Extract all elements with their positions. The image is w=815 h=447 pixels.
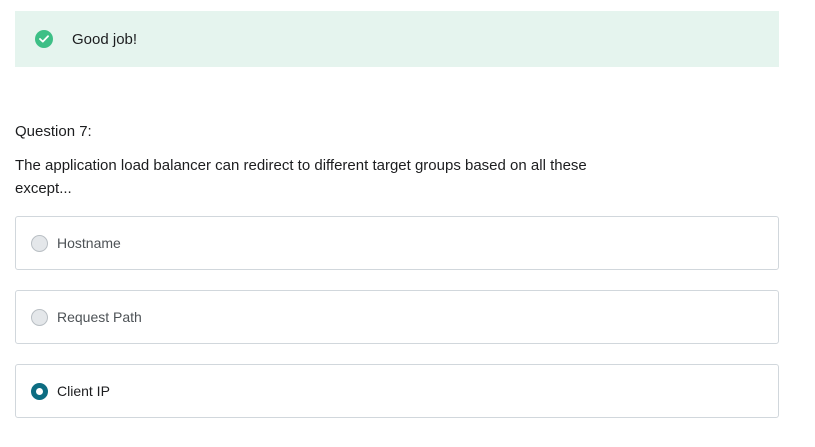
- question-prompt: The application load balancer can redire…: [15, 157, 587, 197]
- answer-option-label: Request Path: [57, 309, 142, 325]
- answer-option-label: Hostname: [57, 235, 121, 251]
- feedback-banner: Good job!: [15, 11, 779, 67]
- radio-button[interactable]: [31, 308, 48, 326]
- question-number: Question 7:: [15, 123, 92, 140]
- answer-option-label: Client IP: [57, 383, 110, 399]
- answer-option-client-ip[interactable]: Client IP: [15, 364, 779, 418]
- radio-button-selected[interactable]: [31, 382, 48, 400]
- answer-option-hostname[interactable]: Hostname: [15, 216, 779, 270]
- feedback-text: Good job!: [72, 30, 138, 48]
- quiz-page: Good job! Question 7: The application lo…: [0, 0, 815, 447]
- answer-option-request-path[interactable]: Request Path: [15, 290, 779, 344]
- radio-button[interactable]: [31, 234, 48, 252]
- check-circle-icon: [35, 30, 53, 48]
